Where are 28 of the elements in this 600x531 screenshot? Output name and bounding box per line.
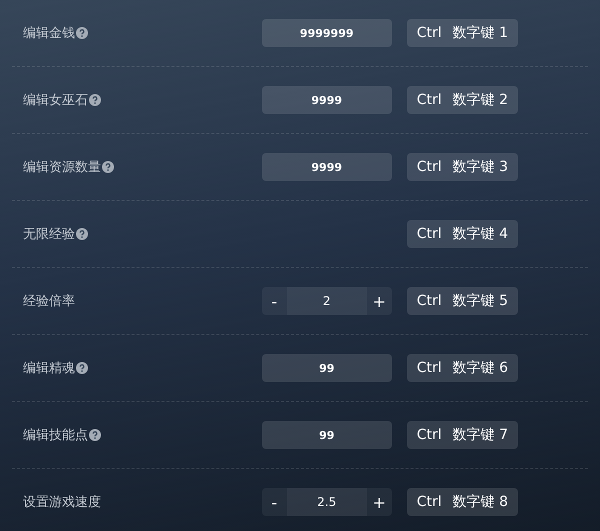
option-label: 经验倍率 bbox=[23, 293, 75, 310]
option-label: 编辑技能点 bbox=[23, 427, 88, 444]
value-field[interactable]: 2 bbox=[286, 287, 367, 315]
hotkey-button[interactable]: Ctrl 数字键 7 bbox=[406, 421, 518, 449]
decrement-button[interactable]: - bbox=[262, 287, 287, 315]
help-icon[interactable] bbox=[76, 27, 88, 39]
option-label: 无限经验 bbox=[23, 226, 75, 243]
option-label: 编辑女巫石 bbox=[23, 92, 88, 109]
help-icon[interactable] bbox=[102, 161, 114, 173]
option-label: 编辑资源数量 bbox=[23, 159, 101, 176]
option-label: 设置游戏速度 bbox=[23, 494, 101, 511]
hotkey-button[interactable]: Ctrl 数字键 1 bbox=[406, 19, 518, 47]
help-icon[interactable] bbox=[89, 429, 101, 441]
option-label: 编辑精魂 bbox=[23, 360, 75, 377]
hotkey-button[interactable]: Ctrl 数字键 4 bbox=[406, 220, 518, 248]
decrement-button[interactable]: - bbox=[262, 488, 287, 516]
value-field[interactable]: 2.5 bbox=[286, 488, 367, 516]
increment-button[interactable]: + bbox=[366, 287, 392, 315]
help-icon[interactable] bbox=[76, 228, 88, 240]
hotkey-button[interactable]: Ctrl 数字键 2 bbox=[406, 86, 518, 114]
option-label: 编辑金钱 bbox=[23, 25, 75, 42]
increment-button[interactable]: + bbox=[366, 488, 392, 516]
help-icon[interactable] bbox=[76, 362, 88, 374]
hotkey-button[interactable]: Ctrl 数字键 8 bbox=[406, 488, 518, 516]
hotkey-button[interactable]: Ctrl 数字键 6 bbox=[406, 354, 518, 382]
help-icon[interactable] bbox=[89, 94, 101, 106]
hotkey-button[interactable]: Ctrl 数字键 3 bbox=[406, 153, 518, 181]
hotkey-button[interactable]: Ctrl 数字键 5 bbox=[406, 287, 518, 315]
